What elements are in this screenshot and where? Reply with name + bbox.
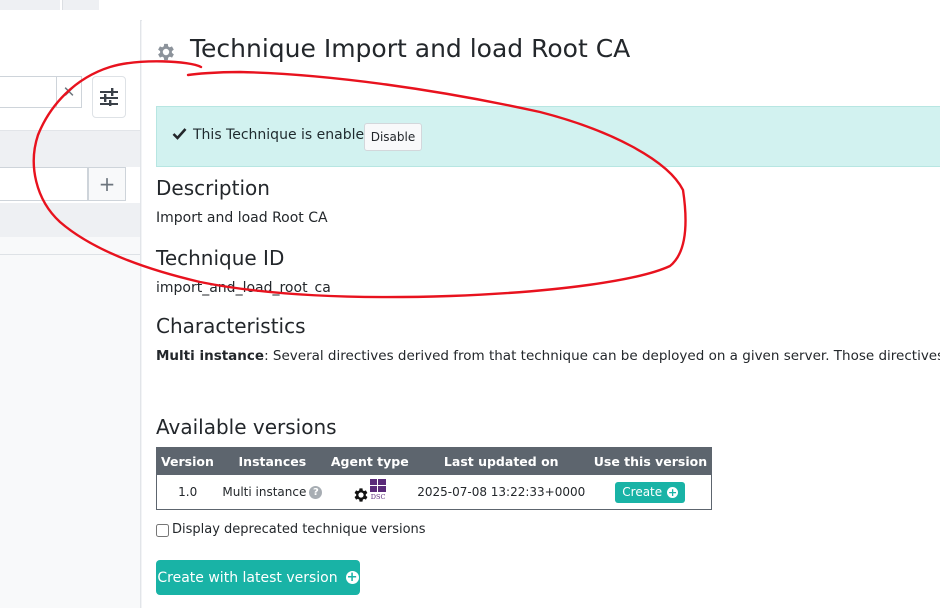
versions-table: Version Instances Agent type Last update… <box>156 447 713 510</box>
tree-category-row[interactable] <box>0 131 140 167</box>
updated-cell: 2025-07-08 13:22:33+0000 <box>413 474 590 510</box>
plus-circle-icon: + <box>345 570 359 585</box>
filter-options-button[interactable] <box>92 76 126 118</box>
table-header-row: Version Instances Agent type Last update… <box>156 447 713 475</box>
add-category-button[interactable]: + <box>88 167 126 201</box>
deprecated-label: Display deprecated technique versions <box>172 522 426 537</box>
agent-type-cell: DSC <box>326 474 414 510</box>
description-heading: Description <box>156 176 270 200</box>
search-input[interactable] <box>0 76 56 108</box>
characteristics-heading: Characteristics <box>156 314 306 338</box>
plus-circle-icon: + <box>667 485 679 499</box>
characteristic-description: : Several directives derived from that t… <box>264 348 940 364</box>
characteristic-term: Multi instance <box>156 348 265 364</box>
characteristics-text: Multi instance: Several directives deriv… <box>156 346 940 367</box>
clear-search-button[interactable]: ✕ <box>56 76 82 108</box>
table-row: 1.0 Multi instance? DSC 2025-07-08 13:22… <box>156 474 713 510</box>
question-circle-icon[interactable]: ? <box>309 486 323 499</box>
gear-icon <box>354 488 368 502</box>
close-icon: ✕ <box>62 83 76 101</box>
status-text: This Technique is enabled. <box>193 127 378 143</box>
check-icon <box>172 128 187 140</box>
instances-cell: Multi instance? <box>218 474 327 510</box>
version-cell: 1.0 <box>156 474 219 510</box>
status-alert: This Technique is enabled. Disable <box>156 106 940 167</box>
tree-node-row[interactable] <box>0 203 140 237</box>
dsc-badge: DSC <box>370 493 386 501</box>
technique-id-value: import_and_load_root_ca <box>156 280 331 296</box>
create-latest-label: Create with latest version <box>157 569 338 586</box>
create-latest-button[interactable]: Create with latest version + <box>156 560 360 595</box>
instances-text: Multi instance <box>222 485 307 499</box>
gear-icon <box>158 43 174 61</box>
tree-panel: ✕ + <box>0 20 141 608</box>
plus-icon: + <box>98 172 116 196</box>
page-title: Technique Import and load Root CA <box>190 34 631 63</box>
top-button[interactable] <box>62 0 99 10</box>
column-header: Instances <box>217 447 327 475</box>
windows-icon <box>369 479 386 492</box>
column-header: Version <box>156 447 219 475</box>
action-cell: Create + <box>589 474 713 510</box>
technique-id-heading: Technique ID <box>156 246 285 270</box>
top-bar <box>0 0 940 21</box>
disable-button[interactable]: Disable <box>364 123 422 151</box>
column-header: Agent type <box>325 447 414 475</box>
new-category-input[interactable] <box>0 167 88 201</box>
versions-heading: Available versions <box>156 415 337 439</box>
column-header: Last updated on <box>412 447 590 475</box>
divider <box>0 254 140 255</box>
top-tab[interactable] <box>0 0 60 10</box>
technique-details: Technique Import and load Root CA This T… <box>142 20 940 608</box>
deprecated-checkbox[interactable] <box>156 524 169 537</box>
create-directive-button[interactable]: Create + <box>615 481 686 503</box>
description-text: Import and load Root CA <box>156 210 328 226</box>
sliders-icon <box>100 88 118 106</box>
create-label: Create <box>622 485 663 499</box>
agent-type-icons: DSC <box>352 479 388 505</box>
column-header: Use this version <box>588 447 713 475</box>
